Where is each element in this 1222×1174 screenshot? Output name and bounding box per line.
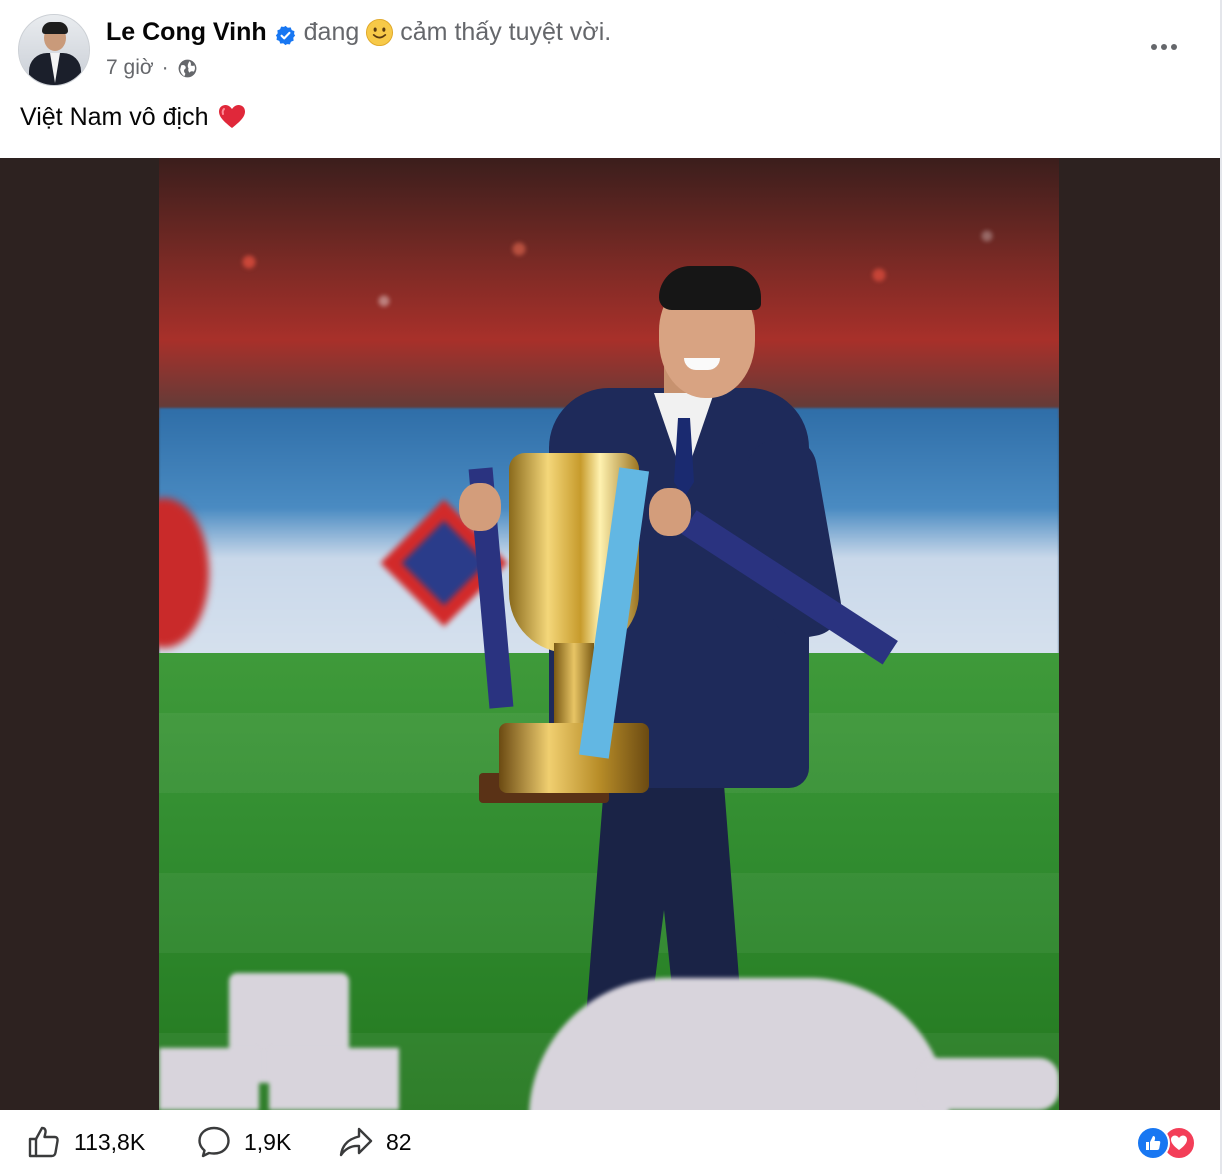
comment-count: 1,9K (244, 1128, 292, 1155)
post-media[interactable] (0, 158, 1220, 1110)
person-with-trophy (159, 158, 1059, 1110)
post-meta: Le Cong Vinh đang cảm thấy tuyệt vời. 7 … (106, 16, 611, 80)
post-timestamp-row: 7 giờ · (106, 56, 611, 80)
like-reaction-icon (1136, 1126, 1170, 1160)
post-text: Việt Nam vô địch (20, 103, 209, 131)
post-header: Le Cong Vinh đang cảm thấy tuyệt vời. 7 … (18, 12, 1202, 88)
share-count: 82 (386, 1128, 412, 1155)
globe-icon[interactable] (177, 58, 198, 79)
comment-bubble-icon (196, 1124, 232, 1160)
post-time[interactable]: 7 giờ (106, 56, 154, 80)
feeling-prefix: đang (303, 18, 360, 46)
thumbs-up-icon (26, 1124, 62, 1160)
author-avatar[interactable] (18, 14, 90, 86)
comment-button[interactable]: 1,9K (196, 1124, 291, 1160)
reactions-summary[interactable] (1136, 1126, 1196, 1160)
facebook-post: Le Cong Vinh đang cảm thấy tuyệt vời. 7 … (0, 0, 1222, 1174)
share-button[interactable]: 82 (338, 1124, 412, 1160)
share-arrow-icon (338, 1124, 374, 1160)
more-options-icon[interactable] (1144, 32, 1184, 62)
red-heart-emoji (217, 102, 247, 132)
feeling-text[interactable]: cảm thấy tuyệt vời. (400, 16, 611, 48)
author-name[interactable]: Le Cong Vinh (106, 16, 267, 48)
like-count: 113,8K (74, 1128, 146, 1155)
smiling-face-emoji (365, 18, 394, 47)
author-line: Le Cong Vinh đang cảm thấy tuyệt vời. (106, 16, 611, 48)
verified-badge-icon (275, 22, 296, 45)
post-text-row: Việt Nam vô địch (20, 100, 247, 134)
post-footer: 113,8K 1,9K 82 (0, 1110, 1220, 1174)
post-photo[interactable] (159, 158, 1059, 1110)
like-button[interactable]: 113,8K (26, 1124, 145, 1160)
separator-dot: · (161, 56, 169, 79)
